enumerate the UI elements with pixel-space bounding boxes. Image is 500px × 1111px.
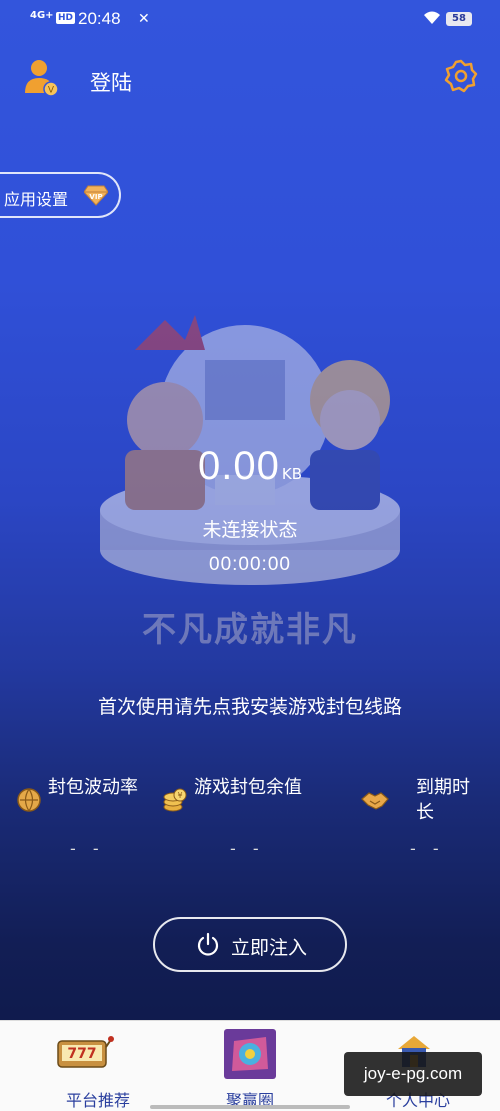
status-time: 20:48 (78, 9, 121, 28)
wifi-icon (424, 11, 440, 24)
login-link[interactable]: 登陆 (90, 67, 132, 97)
svg-text:VIP: VIP (89, 193, 102, 201)
nav-win-circle[interactable]: 聚赢圈 (180, 1021, 320, 1111)
stats-row: 封包波动率 - - ¥ 游戏封包余值 - - 到期时长 - - (0, 775, 500, 865)
vip-diamond-icon: VIP (84, 185, 108, 206)
user-avatar-icon[interactable]: V (24, 59, 60, 97)
stat-value: - - (410, 839, 445, 858)
slogan-text: 不凡成就非凡 (142, 610, 358, 650)
stat-label: 到期时长 (416, 777, 470, 823)
battery-indicator: 58 (446, 12, 472, 26)
home-indicator[interactable] (150, 1105, 350, 1109)
install-notice-link[interactable]: 首次使用请先点我安装游戏封包线路 (0, 692, 500, 719)
stat-value: - - (70, 839, 105, 858)
stat-value: - - (230, 839, 265, 858)
inject-now-button[interactable]: 立即注入 (153, 917, 347, 972)
globe-icon (17, 788, 41, 812)
power-icon (197, 932, 219, 956)
header: V 登陆 (0, 55, 500, 105)
svg-text:V: V (48, 86, 55, 96)
hd-badge: HD (56, 12, 76, 24)
svg-text:777: 777 (67, 1046, 96, 1062)
slot-machine-icon: 777 (57, 1036, 114, 1068)
tools-icon: ✕ (138, 11, 150, 27)
signal-indicator: 4G+ (30, 10, 54, 21)
app-settings-button[interactable]: 应用设置 VIP (0, 172, 121, 218)
speed-display: 0.00 KB (0, 444, 500, 489)
connection-status: 未连接状态 (202, 519, 298, 541)
speed-value: 0.00 (198, 444, 280, 488)
nav-label: 平台推荐 (65, 1091, 130, 1110)
app-settings-label: 应用设置 (4, 190, 69, 209)
inject-button-label: 立即注入 (231, 937, 308, 959)
session-timer: 00:00:00 (209, 554, 291, 575)
stat-label: 封包波动率 (48, 777, 138, 798)
nav-platform-recommend[interactable]: 777 平台推荐 (28, 1021, 168, 1111)
svg-text:¥: ¥ (177, 791, 182, 800)
handshake-icon (361, 792, 389, 810)
stat-label: 游戏封包余值 (194, 777, 302, 798)
app-logo-icon (224, 1029, 276, 1079)
watermark: joy-e-pg.com (344, 1052, 482, 1096)
speed-unit: KB (281, 465, 302, 483)
gear-icon[interactable] (444, 59, 478, 93)
coins-icon: ¥ (163, 788, 187, 812)
status-bar: 4G+ HD 20:48 ✕ 58 (0, 0, 500, 40)
